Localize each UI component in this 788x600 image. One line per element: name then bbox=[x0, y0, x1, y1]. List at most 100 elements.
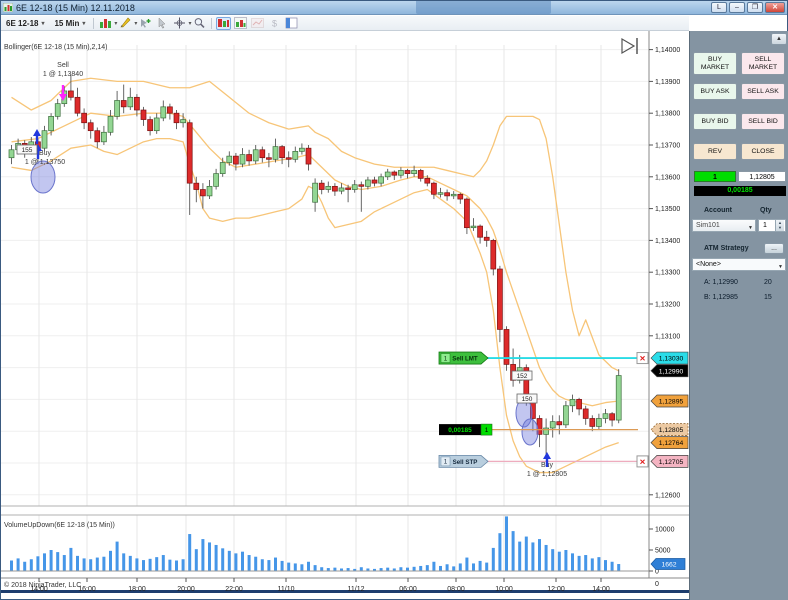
svg-text:0,00185: 0,00185 bbox=[448, 427, 472, 434]
volume-bar bbox=[56, 552, 60, 571]
candle bbox=[173, 112, 180, 124]
reverse-button[interactable]: REV bbox=[693, 143, 737, 160]
svg-text:1662: 1662 bbox=[661, 562, 676, 569]
panel-scroll-up-button[interactable]: ▲ bbox=[771, 33, 787, 45]
chevron-down-icon[interactable]: ▾ bbox=[114, 20, 117, 27]
cancel-order-button[interactable]: ✕ bbox=[636, 352, 649, 365]
interval-selector[interactable]: 15 Min ▾ bbox=[49, 17, 90, 30]
atm-strategy-select[interactable]: <None> ▼ bbox=[692, 258, 786, 271]
indicators-icon[interactable] bbox=[233, 17, 248, 30]
buy-bid-button[interactable]: BUY BID bbox=[693, 113, 737, 130]
chevron-down-icon: ▾ bbox=[41, 20, 45, 27]
buy-ask-button[interactable]: BUY ASK bbox=[693, 83, 737, 100]
instrument-link-button[interactable]: L bbox=[711, 2, 727, 13]
candle bbox=[384, 171, 391, 178]
svg-text:1: 1 bbox=[444, 355, 448, 362]
volume-bar bbox=[260, 559, 264, 571]
volume-bar bbox=[359, 567, 363, 571]
stop-order-line[interactable]: 1 Sell STP bbox=[438, 455, 638, 468]
sell-bid-button[interactable]: SELL BID bbox=[741, 113, 785, 130]
candle bbox=[424, 178, 431, 184]
price-tick-label: 1,13700 bbox=[655, 143, 680, 150]
add-marker-icon[interactable] bbox=[138, 17, 153, 30]
auto-scroll-marker-icon[interactable] bbox=[621, 37, 638, 55]
candle bbox=[74, 96, 81, 114]
close-position-button[interactable]: CLOSE bbox=[741, 143, 785, 160]
candle bbox=[299, 147, 305, 152]
title-bar[interactable]: 6E 12-18 (15 Min) 12.11.2018 L – ❐ ✕ bbox=[1, 1, 787, 15]
cancel-order-button[interactable]: ✕ bbox=[636, 455, 649, 468]
snapshot-icon[interactable] bbox=[250, 17, 265, 30]
quantity-stepper[interactable]: 1 ▲ ▼ bbox=[758, 219, 786, 232]
position-avg-price: 1,12805 bbox=[738, 171, 786, 182]
candle bbox=[437, 192, 444, 195]
candle bbox=[325, 185, 332, 190]
chevron-down-icon[interactable]: ▾ bbox=[134, 20, 137, 27]
sell-market-button[interactable]: SELL MARKET bbox=[741, 52, 785, 75]
background-window-artifact bbox=[416, 1, 551, 14]
maximize-button[interactable]: ❐ bbox=[747, 2, 763, 13]
interval-selector-label: 15 Min bbox=[54, 18, 80, 28]
candle bbox=[239, 154, 246, 165]
pointer-icon[interactable] bbox=[155, 17, 170, 30]
volume-bar bbox=[472, 563, 475, 571]
volume-bar bbox=[439, 565, 442, 571]
volume-bar bbox=[241, 551, 244, 571]
zoom-icon[interactable] bbox=[192, 17, 207, 30]
crosshair-icon[interactable] bbox=[172, 17, 187, 30]
chevron-down-icon: ▼ bbox=[748, 225, 753, 231]
quantity-value: 1 bbox=[763, 222, 767, 229]
price-tick-label: 1,13800 bbox=[655, 111, 680, 118]
minimize-button[interactable]: – bbox=[729, 2, 745, 13]
atm-strategy-value: <None> bbox=[696, 261, 721, 268]
volume-bar bbox=[577, 555, 581, 571]
atm-more-button[interactable]: ... bbox=[764, 243, 784, 254]
chevron-down-icon[interactable]: ▾ bbox=[188, 20, 191, 27]
instrument-selector-label: 6E 12-18 bbox=[6, 18, 39, 28]
candle bbox=[107, 116, 114, 133]
chart-window-icon bbox=[2, 2, 14, 13]
dollar-icon[interactable]: $ bbox=[267, 17, 282, 30]
buy-arrow-icon bbox=[33, 129, 41, 136]
chart-plot[interactable]: 1 Sell LMT 0,00185 1 1 Sell STP Sell 1 @ 1,1384… bbox=[1, 31, 689, 593]
volume-bar bbox=[518, 541, 522, 571]
candle bbox=[477, 225, 483, 238]
account-select[interactable]: Sim101 ▼ bbox=[692, 219, 756, 232]
volume-bar bbox=[313, 565, 317, 571]
candle bbox=[497, 268, 503, 330]
close-button[interactable]: ✕ bbox=[765, 2, 785, 13]
volume-bar bbox=[557, 551, 561, 571]
candle bbox=[576, 399, 582, 410]
chart-area[interactable]: 1 Sell LMT 0,00185 1 1 Sell STP Sell 1 @ 1,1384… bbox=[1, 31, 689, 593]
sell-ask-button[interactable]: SELL ASK bbox=[741, 83, 785, 100]
chart-style-icon[interactable] bbox=[98, 17, 113, 30]
volume-bar bbox=[419, 565, 423, 571]
candle bbox=[219, 162, 226, 174]
volume-bar bbox=[538, 539, 541, 571]
data-series-icon[interactable] bbox=[216, 16, 232, 30]
instrument-selector[interactable]: 6E 12-18 ▾ bbox=[1, 17, 49, 30]
price-tick-label: 1,13600 bbox=[655, 174, 680, 181]
volume-bar bbox=[69, 547, 73, 571]
grid-layer bbox=[1, 45, 649, 571]
volume-bar bbox=[168, 559, 172, 571]
account-select-value: Sim101 bbox=[696, 222, 720, 229]
drawing-tools-icon[interactable] bbox=[118, 17, 133, 30]
volume-bar bbox=[23, 561, 27, 571]
candle bbox=[213, 173, 219, 187]
volume-bar bbox=[465, 557, 469, 571]
time-tick-label: 14:00 bbox=[30, 586, 48, 593]
svg-text:1,12895: 1,12895 bbox=[659, 398, 684, 405]
bollinger-middle-band bbox=[11, 112, 619, 407]
candle bbox=[543, 427, 549, 435]
chart-trader-panel-icon[interactable] bbox=[284, 17, 299, 30]
volume-bar bbox=[524, 536, 528, 571]
stepper-arrows-icon[interactable]: ▲ ▼ bbox=[775, 220, 784, 231]
ask-quote-row: A: 1,12990 20 bbox=[704, 279, 784, 286]
candle bbox=[338, 187, 345, 192]
svg-text:$: $ bbox=[272, 19, 277, 29]
limit-order-line[interactable]: 1 Sell LMT bbox=[438, 351, 638, 365]
buy-market-button[interactable]: BUY MARKET bbox=[693, 52, 737, 75]
candle bbox=[602, 413, 609, 419]
candle bbox=[556, 421, 563, 426]
